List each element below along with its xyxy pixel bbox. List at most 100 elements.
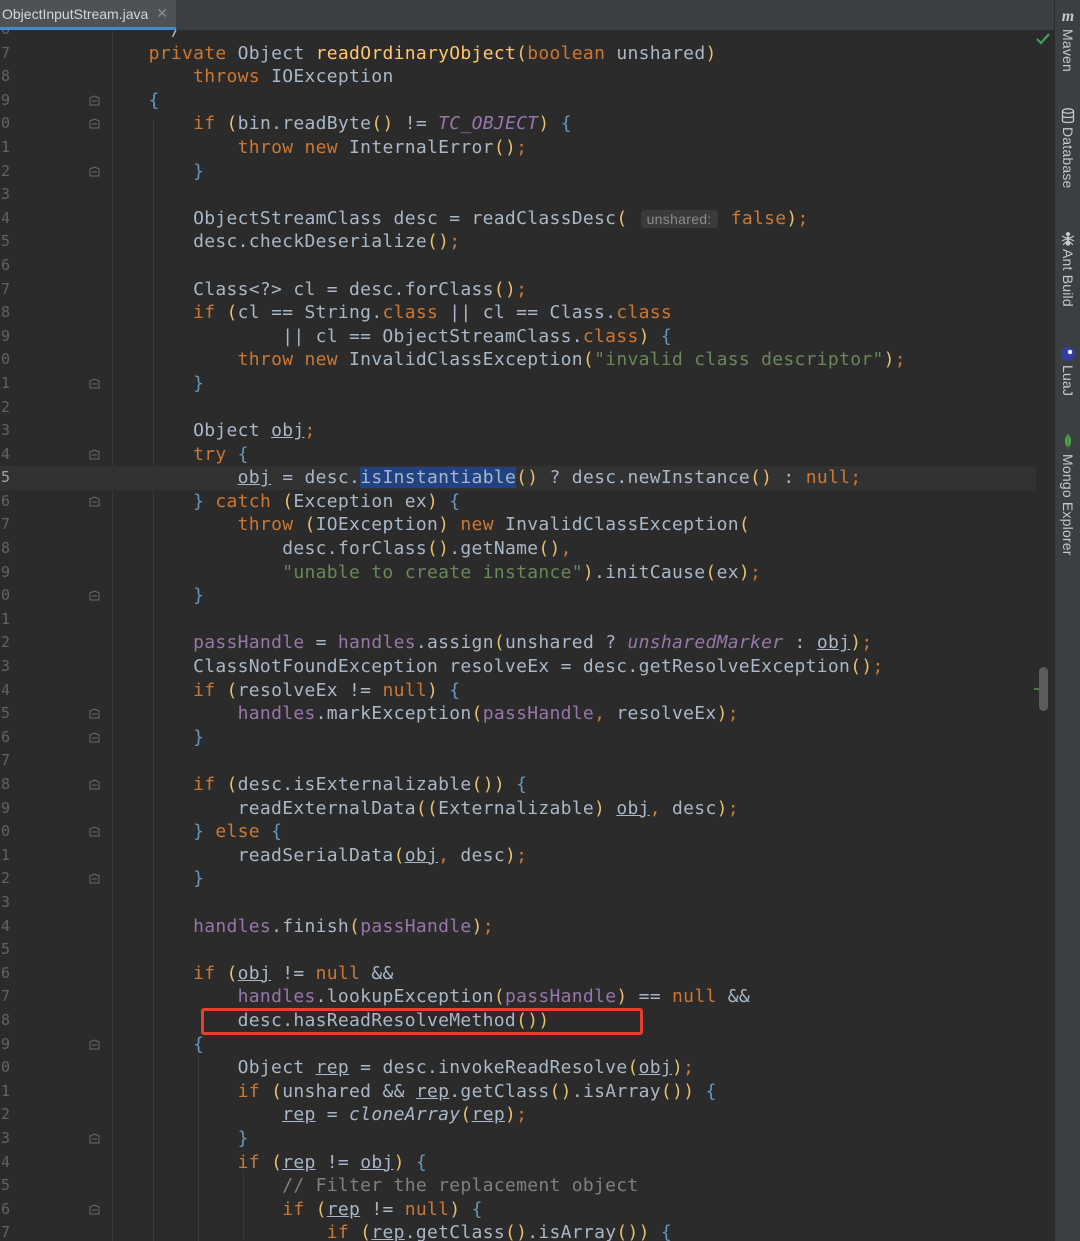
code-line[interactable]: 8 desc.forClass().getName(),: [0, 537, 1036, 561]
code-line[interactable]: 7: [0, 749, 1036, 773]
fold-marker-icon[interactable]: [89, 1133, 100, 1144]
line-number: 8: [0, 539, 10, 558]
ant-icon: [1061, 232, 1075, 246]
line-number: 2: [0, 1105, 10, 1124]
line-number: 9: [0, 90, 10, 109]
line-number: 7: [0, 43, 10, 62]
code-line[interactable]: 1 }: [0, 372, 1036, 396]
code-line[interactable]: 6 */: [0, 30, 1036, 42]
code-text: }: [193, 372, 205, 394]
toolwindow-maven[interactable]: m Maven: [1055, 8, 1080, 72]
fold-marker-icon[interactable]: [89, 118, 100, 129]
code-line[interactable]: 7 Class<?> cl = desc.forClass();: [0, 278, 1036, 302]
code-text: throw new InvalidClassException("invalid…: [237, 349, 906, 371]
code-line[interactable]: 2 rep = cloneArray(rep);: [0, 1103, 1036, 1127]
code-text: } else {: [193, 821, 283, 843]
line-number: 9: [0, 1034, 10, 1053]
fold-marker-icon[interactable]: [89, 873, 100, 884]
code-line[interactable]: 6 if (rep != null) {: [0, 1198, 1036, 1222]
fold-marker-icon[interactable]: [89, 378, 100, 389]
code-text: obj = desc.isInstantiable() ? desc.newIn…: [237, 467, 862, 489]
code-line[interactable]: 9 {: [0, 1033, 1036, 1057]
fold-marker-icon[interactable]: [89, 732, 100, 743]
code-line[interactable]: 0 }: [0, 584, 1036, 608]
inspection-ok-icon[interactable]: [1034, 30, 1052, 48]
code-editor[interactable]: 6 */7 private Object readOrdinaryObject(…: [0, 30, 1036, 1241]
code-line[interactable]: 0 Object rep = desc.invokeReadResolve(ob…: [0, 1056, 1036, 1080]
code-line[interactable]: 1 readSerialData(obj, desc);: [0, 844, 1036, 868]
code-line[interactable]: 8 if (cl == String.class || cl == Class.…: [0, 301, 1036, 325]
code-line[interactable]: 7 throw (IOException) new InvalidClassEx…: [0, 513, 1036, 537]
code-line[interactable]: 2 passHandle = handles.assign(unshared ?…: [0, 631, 1036, 655]
code-line[interactable]: 7 handles.lookupException(passHandle) ==…: [0, 985, 1036, 1009]
code-line[interactable]: 5 handles.markException(passHandle, reso…: [0, 702, 1036, 726]
code-line[interactable]: 1 if (unshared && rep.getClass().isArray…: [0, 1080, 1036, 1104]
code-line[interactable]: 8 if (desc.isExternalizable()) {: [0, 773, 1036, 797]
code-line[interactable]: 1: [0, 608, 1036, 632]
code-line[interactable]: 6: [0, 254, 1036, 278]
line-number: 9: [0, 562, 10, 581]
code-line[interactable]: 7 private Object readOrdinaryObject(bool…: [0, 42, 1036, 66]
fold-marker-icon[interactable]: [89, 590, 100, 601]
code-line[interactable]: 5 obj = desc.isInstantiable() ? desc.new…: [0, 466, 1036, 490]
fold-marker-icon[interactable]: [89, 95, 100, 106]
luaj-icon: [1061, 347, 1075, 361]
code-line[interactable]: 4 handles.finish(passHandle);: [0, 915, 1036, 939]
line-number: 6: [0, 727, 10, 746]
code-line[interactable]: 9 || cl == ObjectStreamClass.class) {: [0, 325, 1036, 349]
code-line[interactable]: 7 if (rep.getClass().isArray()) {: [0, 1221, 1036, 1241]
close-tab-icon[interactable]: ✕: [156, 5, 168, 22]
code-line[interactable]: 5 // Filter the replacement object: [0, 1174, 1036, 1198]
code-text: throws IOException: [193, 66, 394, 88]
code-line[interactable]: 5: [0, 938, 1036, 962]
code-text: // Filter the replacement object: [104, 1175, 639, 1197]
code-line[interactable]: 0 if (bin.readByte() != TC_OBJECT) {: [0, 112, 1036, 136]
line-number: 3: [0, 185, 10, 204]
code-line[interactable]: 4 try {: [0, 443, 1036, 467]
code-line[interactable]: 9 readExternalData((Externalizable) obj,…: [0, 797, 1036, 821]
code-line[interactable]: 6 }: [0, 726, 1036, 750]
fold-marker-icon[interactable]: [89, 779, 100, 790]
fold-marker-icon[interactable]: [89, 826, 100, 837]
line-number: 4: [0, 1152, 10, 1171]
fold-marker-icon[interactable]: [89, 496, 100, 507]
code-line[interactable]: 4 ObjectStreamClass desc = readClassDesc…: [0, 207, 1036, 231]
code-text: desc.forClass().getName(),: [104, 538, 572, 560]
code-line[interactable]: 3: [0, 891, 1036, 915]
fold-marker-icon[interactable]: [89, 708, 100, 719]
code-line[interactable]: 0 throw new InvalidClassException("inval…: [0, 348, 1036, 372]
fold-marker-icon[interactable]: [89, 166, 100, 177]
vertical-scrollbar-thumb[interactable]: [1039, 667, 1048, 711]
code-line[interactable]: 2 }: [0, 160, 1036, 184]
code-line[interactable]: 2 }: [0, 867, 1036, 891]
code-line[interactable]: 8 throws IOException: [0, 65, 1036, 89]
code-line[interactable]: 3 }: [0, 1127, 1036, 1151]
code-line[interactable]: 0 } else {: [0, 820, 1036, 844]
code-line[interactable]: 3 Object obj;: [0, 419, 1036, 443]
code-line[interactable]: 4 if (rep != obj) {: [0, 1151, 1036, 1175]
tab-objectinputstream[interactable]: ObjectInputStream.java ✕: [0, 0, 177, 30]
code-line[interactable]: 3 ClassNotFoundException resolveEx = des…: [0, 655, 1036, 679]
line-number: 8: [0, 303, 10, 322]
line-number: 1: [0, 609, 10, 628]
code-line[interactable]: 5 desc.checkDeserialize();: [0, 230, 1036, 254]
toolwindow-ant-build[interactable]: Ant Build: [1055, 230, 1080, 307]
toolwindow-mongo-explorer[interactable]: Mongo Explorer: [1055, 433, 1080, 556]
toolwindow-luaj[interactable]: LuaJ: [1055, 346, 1080, 396]
code-text: }: [193, 160, 205, 182]
toolwindow-database[interactable]: Database: [1055, 108, 1080, 189]
code-line[interactable]: 6 if (obj != null &&: [0, 962, 1036, 986]
code-line[interactable]: 2: [0, 396, 1036, 420]
code-line[interactable]: 3: [0, 183, 1036, 207]
code-line[interactable]: 9 {: [0, 89, 1036, 113]
line-number: 0: [0, 114, 10, 133]
fold-marker-icon[interactable]: [89, 1204, 100, 1215]
code-text: passHandle = handles.assign(unshared ? u…: [193, 632, 873, 654]
code-line[interactable]: 4 if (resolveEx != null) {: [0, 679, 1036, 703]
code-line[interactable]: 1 throw new InternalError();: [0, 136, 1036, 160]
fold-marker-icon[interactable]: [89, 1038, 100, 1050]
code-line[interactable]: 9 "unable to create instance").initCause…: [0, 561, 1036, 585]
code-text: ObjectStreamClass desc = readClassDesc( …: [104, 207, 809, 229]
code-line[interactable]: 6 } catch (Exception ex) {: [0, 490, 1036, 514]
fold-marker-icon[interactable]: [89, 449, 100, 460]
